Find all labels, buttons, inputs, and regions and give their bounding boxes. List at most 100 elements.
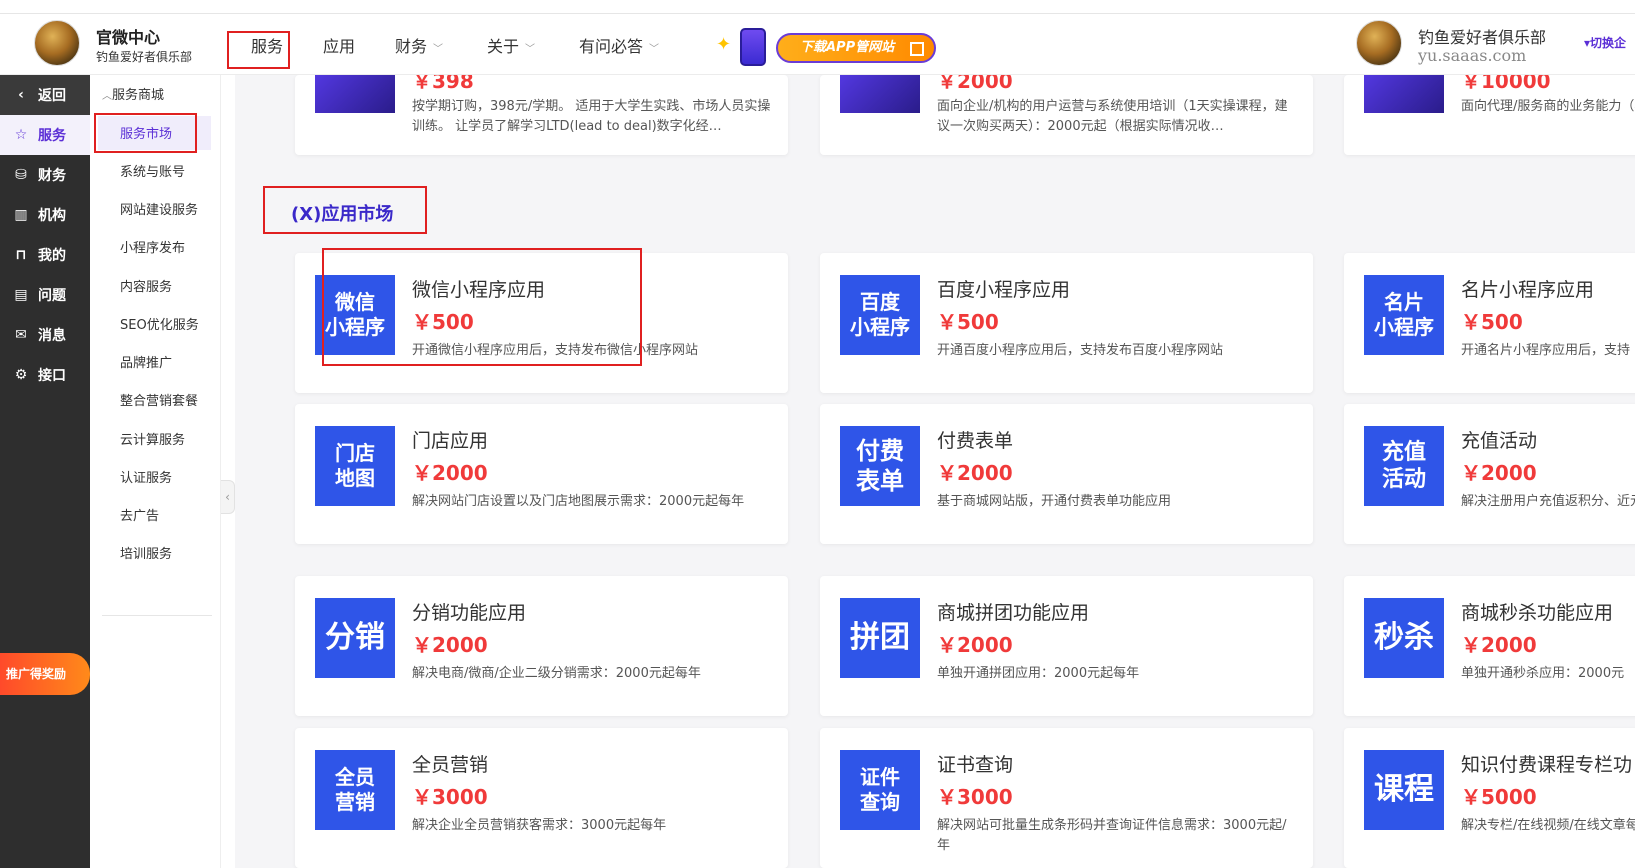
card-title: 知识付费课程专栏功 [1461, 754, 1633, 776]
app-card[interactable]: 名片 小程序 名片小程序应用 ￥500 开通名片小程序应用后，支持 [1344, 253, 1635, 393]
subnav-item-training[interactable]: 培训服务 [120, 543, 172, 562]
app-card[interactable]: 分销 分销功能应用 ￥2000 解决电商/微商/企业二级分销需求：2000元起每… [295, 576, 788, 716]
nav-finance[interactable]: 财务 ﹀ [395, 33, 443, 57]
subnav-item-marketing-package[interactable]: 整合营销套餐 [120, 390, 198, 409]
sidebar-item-finance[interactable]: ⛁ 财务 [0, 155, 90, 195]
card-price: ￥2000 [412, 461, 488, 485]
card-price: ￥5000 [1461, 785, 1537, 809]
nav-faq[interactable]: 有问必答 ﹀ [579, 33, 659, 57]
subnav-item-seo[interactable]: SEO优化服务 [120, 314, 199, 333]
card-description: 基于商城网站版，开通付费表单功能应用 [937, 494, 1172, 509]
card-description: 面向代理/服务商的业务能力（根据实际情况收取费用） [1461, 99, 1635, 114]
card-thumbnail [315, 75, 395, 113]
annotation-box-section [263, 186, 427, 234]
nav-apps[interactable]: 应用 [323, 33, 355, 57]
card-title: 证书查询 [937, 754, 1014, 776]
bookmark-icon: ⊓ [15, 247, 27, 263]
card-thumbnail: 证件 查询 [840, 750, 920, 830]
subnav-item-website-build[interactable]: 网站建设服务 [120, 199, 198, 218]
app-card[interactable]: 付费 表单 付费表单 ￥2000 基于商城网站版，开通付费表单功能应用 [820, 404, 1313, 544]
card-description: 开通百度小程序应用后，支持发布百度小程序网站 [937, 343, 1224, 358]
subnav-item-cloud[interactable]: 云计算服务 [120, 429, 185, 448]
sidebar-item-mine[interactable]: ⊓ 我的 [0, 235, 90, 275]
sparkle-icon: ✦ [716, 34, 732, 55]
chevron-down-icon: ﹀ [525, 44, 536, 55]
card-thumbnail: 全员 营销 [315, 750, 395, 830]
subnav-item-system-account[interactable]: 系统与账号 [120, 161, 185, 180]
app-card[interactable]: 门店 地图 门店应用 ￥2000 解决网站门店设置以及门店地图展示需求：2000元… [295, 404, 788, 544]
nav-about[interactable]: 关于 ﹀ [487, 33, 535, 57]
referral-reward-badge[interactable]: 推广得奖励 [0, 653, 90, 695]
mail-icon: ✉ [15, 327, 27, 343]
switch-company-link[interactable]: ▾切换企 [1584, 34, 1626, 51]
app-card[interactable]: 充值活动 充值活动 ￥2000 解决注册用户充值返积分、近元起每年 [1344, 404, 1635, 544]
chevron-up-icon: ︿ [102, 91, 112, 102]
app-card[interactable]: 秒杀 商城秒杀功能应用 ￥2000 单独开通秒杀应用：2000元 [1344, 576, 1635, 716]
card-thumbnail: 百度 小程序 [840, 275, 920, 355]
annotation-box-nav [227, 31, 290, 69]
service-card[interactable]: ￥2000 面向企业/机构的用户运营与系统使用培训（1天实操课程，建议一次购买两… [820, 75, 1313, 155]
subnav-item-content[interactable]: 内容服务 [120, 276, 172, 295]
service-subnav: ︿服务商城 服务市场 系统与账号 网站建设服务 小程序发布 内容服务 SEO优化… [90, 75, 221, 868]
user-avatar[interactable] [1356, 20, 1402, 66]
service-card[interactable]: ￥398 按学期订购，398元/学期。 适用于大学生实践、市场人员实操训练。 让… [295, 75, 788, 155]
card-title: 商城秒杀功能应用 [1461, 602, 1614, 624]
card-price: ￥500 [1461, 310, 1523, 334]
card-thumbnail: 充值 活动 [1364, 426, 1444, 506]
subnav-item-brand[interactable]: 品牌推广 [120, 352, 172, 371]
card-thumbnail [1364, 75, 1444, 113]
brand-title: 官微中心 [96, 28, 161, 47]
sidebar-item-messages[interactable]: ✉ 消息 [0, 315, 90, 355]
annotation-box-subnav [94, 113, 197, 153]
download-app-button[interactable]: 下载APP管网站 [776, 33, 936, 63]
card-thumbnail: 拼团 [840, 598, 920, 678]
card-price: ￥3000 [937, 785, 1013, 809]
sidebar-item-api[interactable]: ⚙ 接口 [0, 355, 90, 395]
app-card[interactable]: 全员 营销 全员营销 ￥3000 解决企业全员营销获客需求：3000元起每年 [295, 728, 788, 868]
subnav-item-certification[interactable]: 认证服务 [120, 467, 172, 486]
app-card[interactable]: 课程 知识付费课程专栏功 ￥5000 解决专栏/在线视频/在线文章每年 [1344, 728, 1635, 868]
card-title: 全员营销 [412, 754, 489, 776]
card-price: ￥3000 [412, 785, 488, 809]
chevron-left-icon: ‹ [18, 87, 24, 103]
user-domain: yu.saaas.com [1418, 46, 1527, 65]
main-sidebar: ‹ 返回 ☆ 服务 ⛁ 财务 ▥ 机构 ⊓ 我的 ▤ 问题 ✉ 消息 ⚙ 接口 … [0, 75, 90, 868]
app-card[interactable]: 百度 小程序 百度小程序应用 ￥500 开通百度小程序应用后，支持发布百度小程序网… [820, 253, 1313, 393]
card-price: ￥2000 [937, 75, 1013, 93]
card-price: ￥2000 [412, 633, 488, 657]
card-price: ￥2000 [1461, 461, 1537, 485]
card-title: 百度小程序应用 [937, 279, 1071, 301]
sidebar-back[interactable]: ‹ 返回 [0, 75, 90, 115]
sidebar-item-organization[interactable]: ▥ 机构 [0, 195, 90, 235]
subnav-header[interactable]: ︿服务商城 [102, 84, 164, 103]
chevron-left-icon: ‹ [225, 490, 230, 504]
card-price: ￥2000 [937, 633, 1013, 657]
star-icon: ☆ [14, 127, 28, 143]
annotation-box-card [322, 248, 642, 366]
card-thumbnail: 课程 [1364, 750, 1444, 830]
card-thumbnail: 付费 表单 [840, 426, 920, 506]
card-description: 单独开通拼团应用：2000元起每年 [937, 666, 1140, 681]
chevron-down-icon: ﹀ [433, 44, 444, 55]
card-description: 解决电商/微商/企业二级分销需求：2000元起每年 [412, 666, 701, 681]
download-app-banner[interactable]: ✦ 下载APP管网站 [716, 28, 938, 66]
service-card[interactable]: ￥10000 面向代理/服务商的业务能力（根据实际情况收取费用） [1344, 75, 1635, 155]
database-icon: ⛁ [15, 167, 27, 183]
user-name: 钓鱼爱好者俱乐部 [1418, 28, 1547, 47]
phone-icon [740, 28, 766, 66]
subnav-item-remove-ads[interactable]: 去广告 [120, 505, 159, 524]
card-thumbnail: 分销 [315, 598, 395, 678]
card-title: 付费表单 [937, 430, 1014, 452]
collapse-sidebar-handle[interactable]: ‹ [221, 480, 235, 514]
sidebar-item-service[interactable]: ☆ 服务 [0, 115, 90, 155]
sidebar-item-questions[interactable]: ▤ 问题 [0, 275, 90, 315]
card-description: 解决企业全员营销获客需求：3000元起每年 [412, 818, 667, 833]
card-thumbnail: 门店 地图 [315, 426, 395, 506]
subnav-item-miniprogram[interactable]: 小程序发布 [120, 237, 185, 256]
card-price: ￥10000 [1461, 75, 1551, 93]
app-card[interactable]: 拼团 商城拼团功能应用 ￥2000 单独开通拼团应用：2000元起每年 [820, 576, 1313, 716]
card-thumbnail: 名片 小程序 [1364, 275, 1444, 355]
org-avatar[interactable] [34, 20, 80, 66]
app-card[interactable]: 证件 查询 证书查询 ￥3000 解决网站可批量生成条形码并查询证件信息需求：30… [820, 728, 1313, 868]
card-description: 按学期订购，398元/学期。 适用于大学生实践、市场人员实操训练。 让学员了解学… [412, 99, 771, 134]
